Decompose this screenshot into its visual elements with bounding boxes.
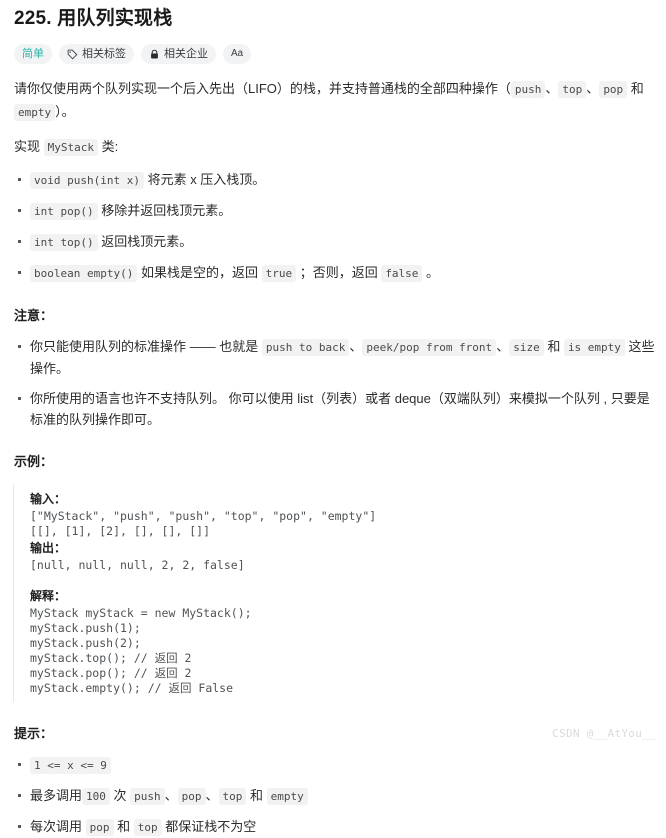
hint-2-sep-3: 和 [246,788,267,803]
related-companies-label: 相关企业 [164,48,208,60]
list-item: void push(int x) 将元素 x 压入栈顶。 [8,169,658,191]
note-1-sep-2: 、 [496,339,510,354]
example-explain-line-4: myStack.top(); // 返回 2 [30,651,192,665]
code-chip-100: 100 [82,788,110,805]
page-title: 225. 用队列实现栈 [14,8,173,29]
code-chip-mystack: MyStack [43,139,98,156]
notes-heading: 注意： [14,308,54,323]
intro-sep-2: 、 [586,81,600,96]
method-desc-top: 返回栈顶元素。 [97,234,193,249]
difficulty-label: 简单 [22,48,44,60]
method-desc-empty-2: ；否则，返回 [296,265,382,280]
tag-icon [67,49,78,60]
example-block: 输入： ["MyStack", "push", "push", "top", "… [13,484,658,702]
example-explain-line-5: myStack.pop(); // 返回 2 [30,666,192,680]
list-item: boolean empty() 如果栈是空的，返回 true ；否则，返回 fa… [8,262,658,284]
hint-2-prefix: 最多调用 [30,788,83,803]
hint-3-suffix: 都保证栈不为空 [161,819,257,834]
example-explain-line-1: MyStack myStack = new MyStack(); [30,606,252,620]
code-chip-pop: pop [599,81,628,98]
hint-2-sep-1: 、 [164,788,178,803]
example-explain-line-3: myStack.push(2); [30,636,141,650]
implement-class-line: 实现 MyStack 类: [14,136,658,159]
example-input-line-2: [[], [1], [2], [], [], []] [30,524,211,538]
example-input-line-1: ["MyStack", "push", "push", "top", "pop"… [30,509,377,523]
font-size-icon-label: Aa [231,48,243,59]
note-1-prefix: 你只能使用队列的标准操作 —— 也就是 [30,339,262,354]
example-input-label: 输入： [30,492,67,506]
example-heading: 示例： [14,454,54,469]
code-chip-hint3-top: top [133,819,162,836]
example-explain-line-2: myStack.push(1); [30,621,141,635]
method-desc-empty-1: 如果栈是空的，返回 [137,265,262,280]
note-1-sep-1: 、 [349,339,363,354]
example-output-line-1: [null, null, null, 2, 2, false] [30,558,245,572]
code-chip-empty: empty [14,104,56,121]
method-signature-pop: int pop() [30,203,98,220]
code-chip-false: false [381,265,423,282]
intro-sep-3: 和 [627,81,644,96]
problem-meta-row: 简单 相关标签 相关企业 Aa [14,44,658,64]
example-explain-label: 解释： [30,589,67,603]
related-tags-button[interactable]: 相关标签 [59,44,134,64]
code-chip-hint-push: push [130,788,165,805]
list-item: int top() 返回栈顶元素。 [8,231,658,253]
difficulty-badge: 简单 [14,44,52,64]
related-companies-button[interactable]: 相关企业 [141,44,216,64]
list-item: 你所使用的语言也许不支持队列。 你可以使用 list（列表）或者 deque（双… [8,388,658,430]
font-size-button[interactable]: Aa [223,44,251,64]
constraint-x-range: 1 <= x <= 9 [30,757,111,774]
method-desc-empty-3: 。 [422,265,440,280]
intro-sep-1: 、 [545,81,559,96]
code-chip-push: push [510,81,546,98]
problem-page: 225. 用队列实现栈 简单 相关标签 相关企业 Aa 请你仅使用两个队列实现一… [0,6,666,838]
hint-2-sep-2: 、 [205,788,219,803]
example-output-label: 输出： [30,541,67,555]
hint-2-mid: 次 [109,788,131,803]
method-signature-push: void push(int x) [30,172,144,189]
code-chip-hint-empty: empty [266,788,308,805]
related-tags-label: 相关标签 [82,48,126,60]
example-explain-line-6: myStack.empty(); // 返回 False [30,681,234,695]
implement-suffix: 类: [97,139,119,154]
method-desc-pop: 移除并返回栈顶元素。 [97,203,232,218]
method-desc-push: 将元素 x 压入栈顶。 [143,172,266,187]
code-chip-hint-top: top [218,788,247,805]
code-chip-hint-pop: pop [177,788,206,805]
intro-end: ）。 [55,104,75,119]
method-signature-top: int top() [30,234,98,251]
example-spacer [30,573,658,587]
hint-3-mid: 和 [113,819,134,834]
list-item: int pop() 移除并返回栈顶元素。 [8,200,658,222]
code-chip-size: size [509,339,544,356]
notes-list: 你只能使用队列的标准操作 —— 也就是 push to back、 peek/po… [8,336,658,430]
code-chip-top: top [558,81,587,98]
method-signature-empty: boolean empty() [30,265,138,282]
code-chip-push-to-back: push to back [261,339,350,356]
implement-prefix: 实现 [14,139,44,154]
intro-text-1: 请你仅使用两个队列实现一个后入先出（LIFO）的栈，并支持普通栈的全部四种操作（ [14,81,511,96]
code-chip-peek-pop-from-front: peek/pop from front [362,339,497,356]
list-item: 1 <= x <= 9 [8,754,658,776]
list-item: 每次调用 pop 和 top 都保证栈不为空 [8,816,658,838]
lock-icon [149,49,160,60]
code-chip-true: true [261,265,297,282]
code-chip-is-empty: is empty [563,339,625,356]
hints-list: 1 <= x <= 9 最多调用 100 次 push、 pop、 top 和 emp… [8,754,658,838]
note-1-sep-3: 和 [543,339,564,354]
note-2-text: 你所使用的语言也许不支持队列。 你可以使用 list（列表）或者 deque（双… [30,391,650,427]
list-item: 最多调用 100 次 push、 pop、 top 和 empty [8,785,658,807]
method-list: void push(int x) 将元素 x 压入栈顶。 int pop() 移… [8,169,658,284]
problem-intro-paragraph: 请你仅使用两个队列实现一个后入先出（LIFO）的栈，并支持普通栈的全部四种操作（… [14,78,658,124]
code-chip-hint3-pop: pop [85,819,114,836]
list-item: 你只能使用队列的标准操作 —— 也就是 push to back、 peek/po… [8,336,658,379]
csdn-watermark: CSDN @__AtYou__ [552,727,656,740]
hint-3-prefix: 每次调用 [30,819,86,834]
